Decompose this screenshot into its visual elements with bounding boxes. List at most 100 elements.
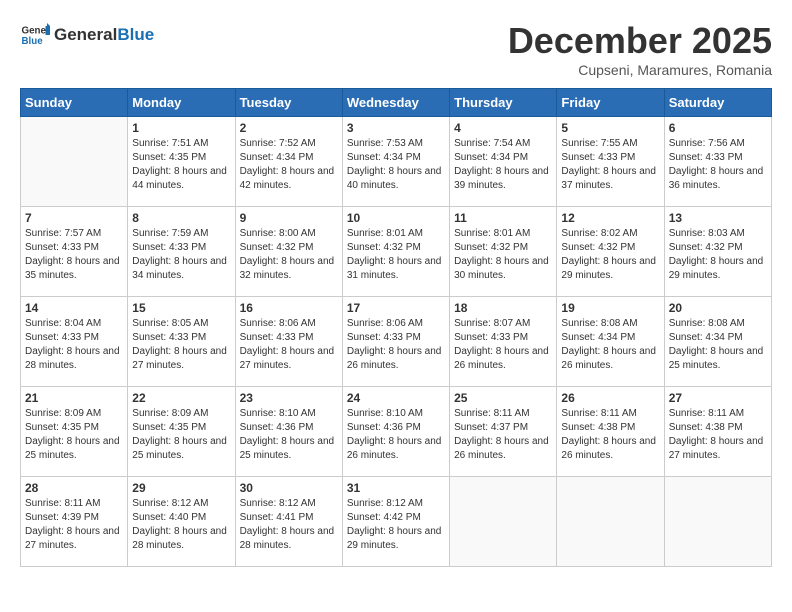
logo-blue: Blue [117, 25, 154, 45]
daylight-label: Daylight: 8 hours and 35 minutes. [25, 256, 120, 281]
weekday-header-monday: Monday [128, 89, 235, 117]
daylight-label: Daylight: 8 hours and 26 minutes. [454, 436, 549, 461]
calendar-cell: 5 Sunrise: 7:55 AM Sunset: 4:33 PM Dayli… [557, 117, 664, 207]
calendar-week-3: 14 Sunrise: 8:04 AM Sunset: 4:33 PM Dayl… [21, 297, 772, 387]
daylight-label: Daylight: 8 hours and 27 minutes. [240, 346, 335, 371]
sunrise-label: Sunrise: 8:06 AM [347, 318, 423, 329]
daylight-label: Daylight: 8 hours and 39 minutes. [454, 166, 549, 191]
calendar-header: SundayMondayTuesdayWednesdayThursdayFrid… [21, 89, 772, 117]
day-number: 28 [25, 481, 123, 495]
weekday-header-tuesday: Tuesday [235, 89, 342, 117]
daylight-label: Daylight: 8 hours and 28 minutes. [132, 526, 227, 551]
sunrise-label: Sunrise: 8:11 AM [669, 408, 744, 419]
calendar-cell: 26 Sunrise: 8:11 AM Sunset: 4:38 PM Dayl… [557, 387, 664, 477]
title-area: December 2025 Cupseni, Maramures, Romani… [508, 20, 772, 78]
day-number: 31 [347, 481, 445, 495]
daylight-label: Daylight: 8 hours and 29 minutes. [347, 526, 442, 551]
sunset-label: Sunset: 4:32 PM [347, 242, 421, 253]
daylight-label: Daylight: 8 hours and 30 minutes. [454, 256, 549, 281]
day-number: 3 [347, 121, 445, 135]
daylight-label: Daylight: 8 hours and 25 minutes. [669, 346, 764, 371]
day-number: 11 [454, 211, 552, 225]
daylight-label: Daylight: 8 hours and 26 minutes. [347, 346, 442, 371]
calendar-cell: 15 Sunrise: 8:05 AM Sunset: 4:33 PM Dayl… [128, 297, 235, 387]
calendar-cell: 12 Sunrise: 8:02 AM Sunset: 4:32 PM Dayl… [557, 207, 664, 297]
sunrise-label: Sunrise: 8:05 AM [132, 318, 208, 329]
sunrise-label: Sunrise: 7:51 AM [132, 138, 208, 149]
day-info: Sunrise: 8:12 AM Sunset: 4:41 PM Dayligh… [240, 497, 338, 553]
day-number: 12 [561, 211, 659, 225]
sunrise-label: Sunrise: 8:00 AM [240, 228, 316, 239]
day-number: 23 [240, 391, 338, 405]
sunset-label: Sunset: 4:33 PM [240, 332, 314, 343]
sunrise-label: Sunrise: 8:01 AM [347, 228, 423, 239]
day-info: Sunrise: 7:53 AM Sunset: 4:34 PM Dayligh… [347, 137, 445, 193]
sunset-label: Sunset: 4:34 PM [561, 332, 635, 343]
calendar-week-1: 1 Sunrise: 7:51 AM Sunset: 4:35 PM Dayli… [21, 117, 772, 207]
day-info: Sunrise: 7:52 AM Sunset: 4:34 PM Dayligh… [240, 137, 338, 193]
sunset-label: Sunset: 4:33 PM [132, 332, 206, 343]
calendar-cell: 24 Sunrise: 8:10 AM Sunset: 4:36 PM Dayl… [342, 387, 449, 477]
day-info: Sunrise: 8:10 AM Sunset: 4:36 PM Dayligh… [240, 407, 338, 463]
sunset-label: Sunset: 4:34 PM [669, 332, 743, 343]
day-number: 30 [240, 481, 338, 495]
sunrise-label: Sunrise: 8:02 AM [561, 228, 637, 239]
sunset-label: Sunset: 4:32 PM [561, 242, 635, 253]
weekday-header-saturday: Saturday [664, 89, 771, 117]
sunset-label: Sunset: 4:33 PM [132, 242, 206, 253]
daylight-label: Daylight: 8 hours and 27 minutes. [25, 526, 120, 551]
day-info: Sunrise: 8:10 AM Sunset: 4:36 PM Dayligh… [347, 407, 445, 463]
daylight-label: Daylight: 8 hours and 28 minutes. [25, 346, 120, 371]
sunset-label: Sunset: 4:33 PM [454, 332, 528, 343]
sunrise-label: Sunrise: 7:56 AM [669, 138, 745, 149]
daylight-label: Daylight: 8 hours and 25 minutes. [25, 436, 120, 461]
day-number: 6 [669, 121, 767, 135]
calendar-body: 1 Sunrise: 7:51 AM Sunset: 4:35 PM Dayli… [21, 117, 772, 567]
day-info: Sunrise: 8:01 AM Sunset: 4:32 PM Dayligh… [347, 227, 445, 283]
calendar-cell: 17 Sunrise: 8:06 AM Sunset: 4:33 PM Dayl… [342, 297, 449, 387]
daylight-label: Daylight: 8 hours and 27 minutes. [669, 436, 764, 461]
daylight-label: Daylight: 8 hours and 29 minutes. [669, 256, 764, 281]
day-info: Sunrise: 8:06 AM Sunset: 4:33 PM Dayligh… [240, 317, 338, 373]
header: General Blue General Blue December 2025 … [20, 20, 772, 78]
day-info: Sunrise: 8:03 AM Sunset: 4:32 PM Dayligh… [669, 227, 767, 283]
sunrise-label: Sunrise: 8:08 AM [669, 318, 745, 329]
sunrise-label: Sunrise: 7:55 AM [561, 138, 637, 149]
day-number: 25 [454, 391, 552, 405]
sunrise-label: Sunrise: 8:10 AM [240, 408, 316, 419]
calendar-cell: 13 Sunrise: 8:03 AM Sunset: 4:32 PM Dayl… [664, 207, 771, 297]
svg-text:Blue: Blue [22, 36, 44, 47]
day-info: Sunrise: 8:12 AM Sunset: 4:42 PM Dayligh… [347, 497, 445, 553]
daylight-label: Daylight: 8 hours and 26 minutes. [561, 346, 656, 371]
day-number: 13 [669, 211, 767, 225]
calendar-cell: 27 Sunrise: 8:11 AM Sunset: 4:38 PM Dayl… [664, 387, 771, 477]
day-info: Sunrise: 8:11 AM Sunset: 4:38 PM Dayligh… [561, 407, 659, 463]
sunrise-label: Sunrise: 8:12 AM [347, 498, 423, 509]
day-number: 16 [240, 301, 338, 315]
calendar-week-2: 7 Sunrise: 7:57 AM Sunset: 4:33 PM Dayli… [21, 207, 772, 297]
day-info: Sunrise: 8:09 AM Sunset: 4:35 PM Dayligh… [25, 407, 123, 463]
day-number: 5 [561, 121, 659, 135]
sunset-label: Sunset: 4:38 PM [561, 422, 635, 433]
sunset-label: Sunset: 4:33 PM [347, 332, 421, 343]
weekday-header-sunday: Sunday [21, 89, 128, 117]
day-info: Sunrise: 8:11 AM Sunset: 4:38 PM Dayligh… [669, 407, 767, 463]
calendar-cell: 21 Sunrise: 8:09 AM Sunset: 4:35 PM Dayl… [21, 387, 128, 477]
day-info: Sunrise: 7:56 AM Sunset: 4:33 PM Dayligh… [669, 137, 767, 193]
sunset-label: Sunset: 4:36 PM [347, 422, 421, 433]
calendar-cell: 11 Sunrise: 8:01 AM Sunset: 4:32 PM Dayl… [450, 207, 557, 297]
day-info: Sunrise: 7:54 AM Sunset: 4:34 PM Dayligh… [454, 137, 552, 193]
daylight-label: Daylight: 8 hours and 32 minutes. [240, 256, 335, 281]
day-info: Sunrise: 7:57 AM Sunset: 4:33 PM Dayligh… [25, 227, 123, 283]
day-number: 2 [240, 121, 338, 135]
sunset-label: Sunset: 4:33 PM [25, 332, 99, 343]
daylight-label: Daylight: 8 hours and 44 minutes. [132, 166, 227, 191]
calendar-cell: 28 Sunrise: 8:11 AM Sunset: 4:39 PM Dayl… [21, 477, 128, 567]
day-info: Sunrise: 8:08 AM Sunset: 4:34 PM Dayligh… [561, 317, 659, 373]
day-number: 8 [132, 211, 230, 225]
day-number: 29 [132, 481, 230, 495]
sunrise-label: Sunrise: 7:52 AM [240, 138, 316, 149]
sunrise-label: Sunrise: 8:12 AM [132, 498, 208, 509]
sunset-label: Sunset: 4:33 PM [669, 152, 743, 163]
sunset-label: Sunset: 4:37 PM [454, 422, 528, 433]
